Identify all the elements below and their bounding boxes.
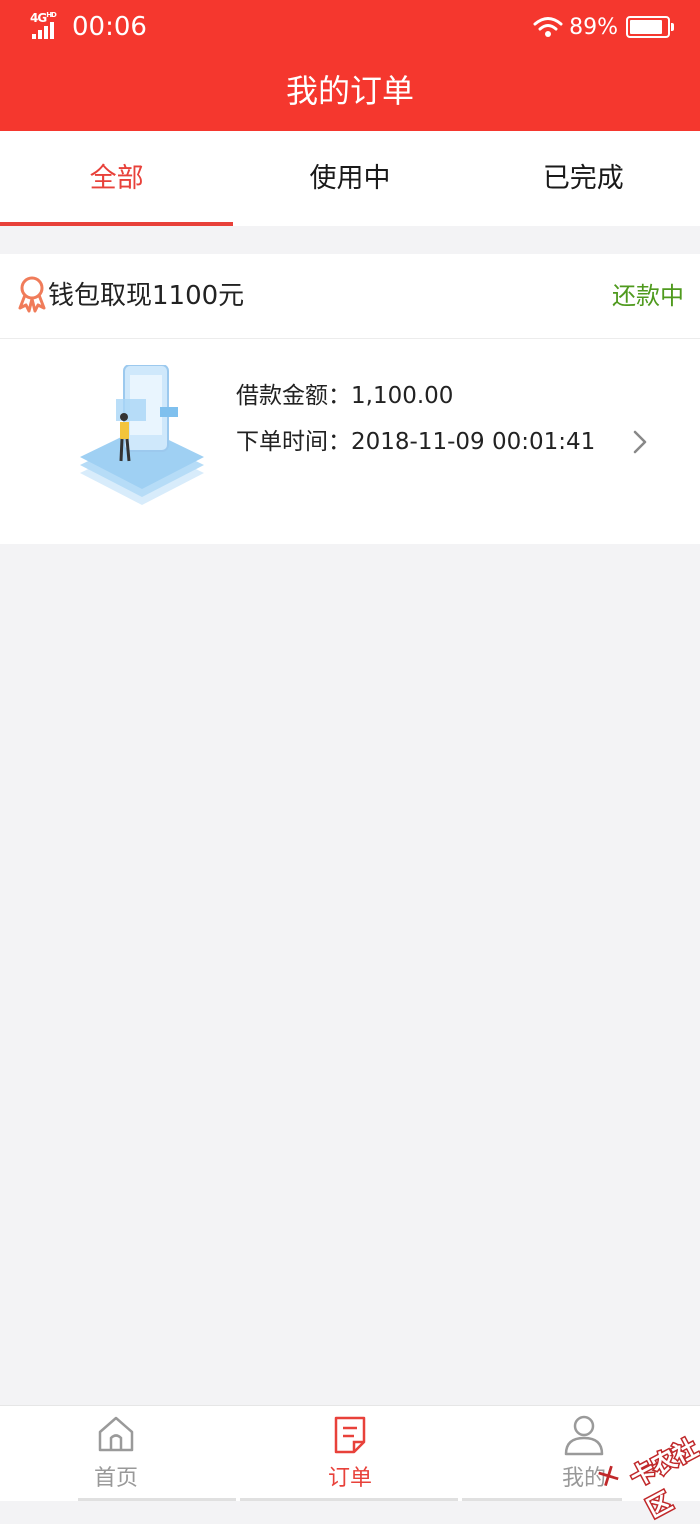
nav-orders[interactable]: 订单	[270, 1406, 430, 1501]
tab-in-use[interactable]: 使用中	[233, 131, 466, 226]
order-time-label: 下单时间：	[236, 429, 351, 455]
loan-amount-row: 借款金额：1,100.00	[236, 379, 595, 425]
home-icon	[98, 1416, 134, 1452]
tab-completed[interactable]: 已完成	[467, 131, 700, 226]
order-detail-row[interactable]: 借款金额：1,100.00 下单时间：2018-11-09 00:01:41	[0, 339, 700, 544]
battery-percent: 89%	[569, 14, 618, 40]
order-card: 钱包取现1100元 还款中 借款金额：1,100.00 下单时间：2018-11…	[0, 254, 700, 544]
order-tabs: 全部 使用中 已完成	[0, 131, 700, 226]
status-bar: 4GHD 00:06 89%	[0, 0, 700, 56]
loan-amount-value: 1,100.00	[351, 383, 454, 409]
bottom-navigation: 首页 订单 我的	[0, 1405, 700, 1501]
app-header: 4GHD 00:06 89% 我的订单	[0, 0, 700, 131]
order-title: 钱包取现1100元	[48, 281, 245, 311]
nav-home[interactable]: 首页	[36, 1406, 196, 1501]
page-title: 我的订单	[285, 72, 414, 110]
order-time-value: 2018-11-09 00:01:41	[351, 429, 596, 455]
nav-home-label: 首页	[93, 1466, 138, 1491]
nav-orders-label: 订单	[327, 1466, 372, 1491]
phone-illustration-icon	[80, 365, 204, 505]
award-ribbon-icon	[18, 276, 46, 313]
watermark-text: 卡农社区	[624, 1432, 700, 1524]
cellular-signal-icon: 4GHD	[30, 11, 66, 41]
tab-all[interactable]: 全部	[0, 131, 234, 226]
order-time-row: 下单时间：2018-11-09 00:01:41	[236, 425, 595, 471]
order-status-badge: 还款中	[612, 282, 684, 310]
battery-icon	[626, 16, 674, 38]
wifi-icon	[533, 17, 563, 37]
order-info: 借款金额：1,100.00 下单时间：2018-11-09 00:01:41	[236, 379, 595, 471]
order-card-header: 钱包取现1100元 还款中	[0, 254, 700, 339]
watermark-logo: ✕ 卡农社区	[591, 1402, 700, 1524]
status-time: 00:06	[72, 12, 147, 42]
order-icon	[334, 1416, 366, 1454]
loan-amount-label: 借款金额：	[236, 383, 351, 409]
chevron-right-icon[interactable]	[630, 427, 650, 457]
